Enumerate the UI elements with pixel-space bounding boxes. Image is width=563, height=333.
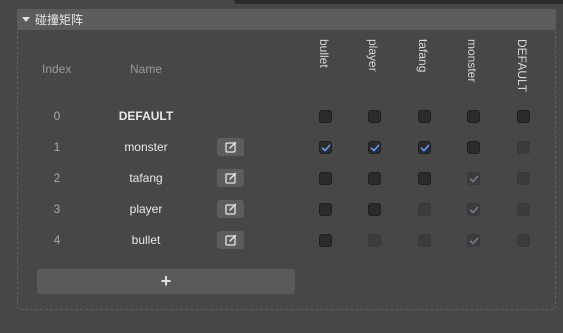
collision-checkbox-tafang[interactable] <box>418 110 431 123</box>
collision-checkbox-bullet[interactable] <box>319 110 332 123</box>
column-label-monster: monster <box>465 39 479 83</box>
edit-group-button[interactable] <box>217 169 244 187</box>
collision-checkbox-monster <box>467 172 480 185</box>
row-name: bullet <box>131 233 161 247</box>
collision-checkbox-bullet[interactable] <box>319 234 332 247</box>
row-name: DEFAULT <box>118 109 174 123</box>
row-index: 1 <box>53 140 61 154</box>
row-index: 0 <box>53 109 61 123</box>
row-index: 4 <box>53 233 61 247</box>
collision-checkbox-monster[interactable] <box>467 141 480 154</box>
collision-checkbox-bullet[interactable] <box>319 172 332 185</box>
add-group-button[interactable]: + <box>37 269 295 294</box>
collision-checkbox-default <box>517 203 530 216</box>
column-label-player: player <box>366 39 380 72</box>
edit-icon <box>224 234 237 246</box>
edit-icon <box>224 203 237 215</box>
collision-checkbox-default <box>517 141 530 154</box>
matrix-row: 4 bullet <box>0 0 539 249</box>
name-column-header: Name <box>130 62 163 76</box>
collision-checkbox-tafang <box>418 203 431 216</box>
collision-checkbox-bullet[interactable] <box>319 203 332 216</box>
collision-checkbox-monster <box>467 203 480 216</box>
row-index: 2 <box>53 171 61 185</box>
edit-icon <box>224 141 237 153</box>
row-index: 3 <box>53 202 61 216</box>
collision-checkbox-player[interactable] <box>368 141 381 154</box>
row-name: monster <box>124 140 168 154</box>
column-label-bullet: bullet <box>317 39 331 68</box>
collision-checkbox-default <box>517 172 530 185</box>
edit-group-button[interactable] <box>217 200 244 218</box>
collision-checkbox-player <box>368 234 381 247</box>
collision-checkbox-bullet[interactable] <box>319 141 332 154</box>
index-column-header: Index <box>42 62 72 76</box>
edit-group-button[interactable] <box>217 231 244 249</box>
row-name: tafang <box>129 171 163 185</box>
row-name: player <box>129 202 163 216</box>
collision-checkbox-tafang[interactable] <box>418 172 431 185</box>
collision-checkbox-tafang <box>418 234 431 247</box>
edit-group-button[interactable] <box>217 138 244 156</box>
collision-checkbox-monster[interactable] <box>467 110 480 123</box>
collision-checkbox-player[interactable] <box>368 110 381 123</box>
collision-checkbox-default <box>517 234 530 247</box>
collision-checkbox-monster <box>467 234 480 247</box>
column-label-default: DEFAULT <box>515 39 529 93</box>
collision-checkbox-tafang[interactable] <box>418 141 431 154</box>
collision-checkbox-player[interactable] <box>368 172 381 185</box>
column-label-tafang: tafang <box>416 39 430 73</box>
edit-icon <box>224 172 237 184</box>
collision-checkbox-player[interactable] <box>368 203 381 216</box>
collision-checkbox-default[interactable] <box>517 110 530 123</box>
